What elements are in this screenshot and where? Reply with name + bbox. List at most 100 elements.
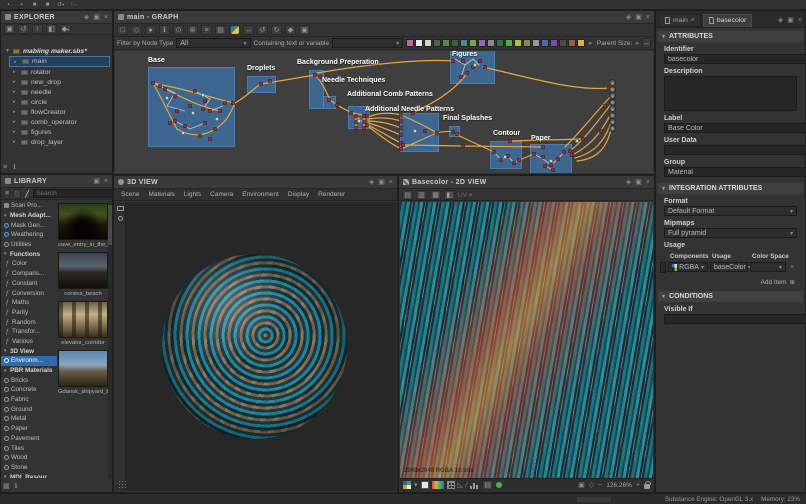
node-color-swatch[interactable] <box>460 39 468 47</box>
node-type-select[interactable]: All▾ <box>176 38 250 48</box>
rotate-cw-icon[interactable]: ↻ <box>271 25 282 35</box>
close-icon[interactable]: × <box>798 17 802 24</box>
close-tab-icon[interactable]: × <box>691 17 695 24</box>
pin-icon[interactable]: ◈ <box>84 14 89 21</box>
fit-view-icon[interactable]: ▣ <box>578 482 585 489</box>
menu-environment[interactable]: Environment <box>238 191 283 198</box>
description-input[interactable] <box>664 76 797 111</box>
category-mesh-adaptive[interactable]: ▾Mesh Adapt... <box>1 211 57 221</box>
components-select[interactable]: RGBA▾ <box>668 262 708 272</box>
menu-renderer[interactable]: Renderer <box>314 191 349 198</box>
node-color-swatch[interactable] <box>541 39 549 47</box>
color-space-select[interactable]: ▾ <box>750 262 786 272</box>
section-attributes[interactable]: ▾ ATTRIBUTES <box>658 31 803 42</box>
category-pavement[interactable]: Pavement <box>1 434 57 444</box>
view2d-texture[interactable]: 2048x2048 RGBA 16 bits <box>400 202 653 478</box>
output-node-badge[interactable] <box>609 92 616 99</box>
category-metal[interactable]: Metal <box>1 414 57 424</box>
snapshot-icon[interactable]: ● <box>145 25 156 35</box>
category-various[interactable]: ƒVarious <box>1 337 57 347</box>
category-random[interactable]: ƒRandom <box>1 317 57 327</box>
node-color-swatch[interactable] <box>469 39 477 47</box>
category-color[interactable]: ƒColor <box>1 259 57 269</box>
node-color-swatch[interactable] <box>415 39 423 47</box>
menu-camera[interactable]: Camera <box>206 191 237 198</box>
label-input[interactable] <box>664 123 806 133</box>
category-pbr-materials[interactable]: ▾PBR Materials <box>1 366 57 376</box>
category-environment[interactable]: Environm... <box>1 356 57 366</box>
new-substance-icon[interactable]: ▪ <box>4 1 13 9</box>
camera-icon[interactable] <box>117 206 124 211</box>
close-icon[interactable]: × <box>389 179 393 186</box>
category-ground[interactable]: Ground <box>1 404 57 414</box>
node-color-swatch[interactable] <box>451 39 459 47</box>
identifier-input[interactable] <box>664 54 806 64</box>
thumbnails-icon[interactable]: ▤ <box>215 25 226 35</box>
export-image-icon[interactable]: ▤ <box>402 190 413 200</box>
pin-icon[interactable]: ◈ <box>778 17 783 24</box>
node-color-swatch[interactable] <box>532 39 540 47</box>
close-icon[interactable]: × <box>646 179 650 186</box>
category-transform[interactable]: ƒTransfor... <box>1 327 57 337</box>
node-color-swatch[interactable] <box>478 39 486 47</box>
mipmaps-select[interactable]: Full pyramid▾ <box>664 228 797 238</box>
tree-item-main[interactable]: ▸ main <box>9 56 110 67</box>
menu-scene[interactable]: Scene <box>117 191 143 198</box>
save-icon[interactable]: ▣ <box>4 24 15 34</box>
channels-swatch-icon[interactable] <box>403 481 411 489</box>
collapse-icon[interactable]: ▼ <box>5 48 10 54</box>
tree-item-comb-operator[interactable]: ▸ comb_operator <box>9 117 110 127</box>
section-integration-attributes[interactable]: ▾ INTEGRATION ATTRIBUTES <box>658 183 803 194</box>
output-node-badge[interactable] <box>609 79 616 86</box>
category-scan[interactable]: Scan Pro... <box>1 201 57 211</box>
node-color-swatch[interactable] <box>559 39 567 47</box>
category-conversion[interactable]: ƒConversion <box>1 288 57 298</box>
menu-display[interactable]: Display <box>284 191 313 198</box>
close-icon[interactable]: × <box>104 14 108 21</box>
background-color-icon[interactable] <box>421 481 429 489</box>
node-link-icon[interactable]: ◧ <box>444 190 455 200</box>
node-color-swatch[interactable] <box>568 39 576 47</box>
contains-input[interactable]: ▾ <box>332 38 403 48</box>
lock-icon[interactable] <box>644 484 650 489</box>
zoom-level[interactable]: 126.26% <box>606 482 632 489</box>
info-icon[interactable]: ℹ <box>13 164 16 171</box>
node-color-swatch[interactable] <box>514 39 522 47</box>
gradient-icon[interactable] <box>432 481 444 489</box>
parent-size-link-icon[interactable]: ↔ <box>642 38 651 48</box>
expand-icon[interactable]: ▸ <box>14 59 19 65</box>
usage-row-grip[interactable] <box>660 262 666 273</box>
light-icon[interactable] <box>118 216 123 221</box>
histogram-icon[interactable] <box>470 481 479 489</box>
pin-icon[interactable]: ◈ <box>626 179 631 186</box>
marquee-select-icon[interactable]: □ <box>117 25 128 35</box>
asset-gdansk-shipyard[interactable]: Gdansk_shipyard_bui... <box>58 350 108 395</box>
output-node-badge[interactable] <box>609 118 616 125</box>
menu-lights[interactable]: Lights <box>180 191 205 198</box>
slash-icon[interactable]: ∕ <box>466 482 467 489</box>
category-tiles[interactable]: Tiles <box>1 443 57 453</box>
edit-icon[interactable]: ◧ <box>46 24 57 34</box>
view3d-viewport[interactable] <box>115 202 396 491</box>
category-fabric[interactable]: Fabric <box>1 395 57 405</box>
zoom-icon[interactable]: ⊙ <box>173 25 184 35</box>
pan-icon[interactable]: ◇ <box>589 482 594 489</box>
node-color-swatch[interactable] <box>424 39 432 47</box>
close-icon[interactable]: × <box>646 14 650 21</box>
delete-usage-row-icon[interactable]: × <box>790 264 794 271</box>
asset-corsica-beach[interactable]: corsica_beach <box>58 252 108 297</box>
tree-item-rotator[interactable]: ▸ rotator <box>9 67 110 77</box>
uv-mode-select[interactable]: UV ▾ <box>458 191 472 199</box>
section-conditions[interactable]: ▾ CONDITIONS <box>658 291 803 302</box>
info-icon[interactable]: ℹ <box>159 25 170 35</box>
channels-dropdown-icon[interactable]: ▾ <box>414 482 418 489</box>
rotate-ccw-icon[interactable]: ↺ <box>257 25 268 35</box>
zoom-in-icon[interactable]: + <box>636 482 640 489</box>
float-icon[interactable]: ▣ <box>378 179 385 186</box>
tree-item-figures[interactable]: ▸ figures <box>9 127 110 137</box>
category-comparison[interactable]: ƒComparis... <box>1 269 57 279</box>
float-icon[interactable]: ▣ <box>635 14 642 21</box>
node-color-swatch[interactable] <box>577 39 585 47</box>
copy-image-icon[interactable]: ▥ <box>416 190 427 200</box>
tree-item-circle[interactable]: ▸ circle <box>9 97 110 107</box>
